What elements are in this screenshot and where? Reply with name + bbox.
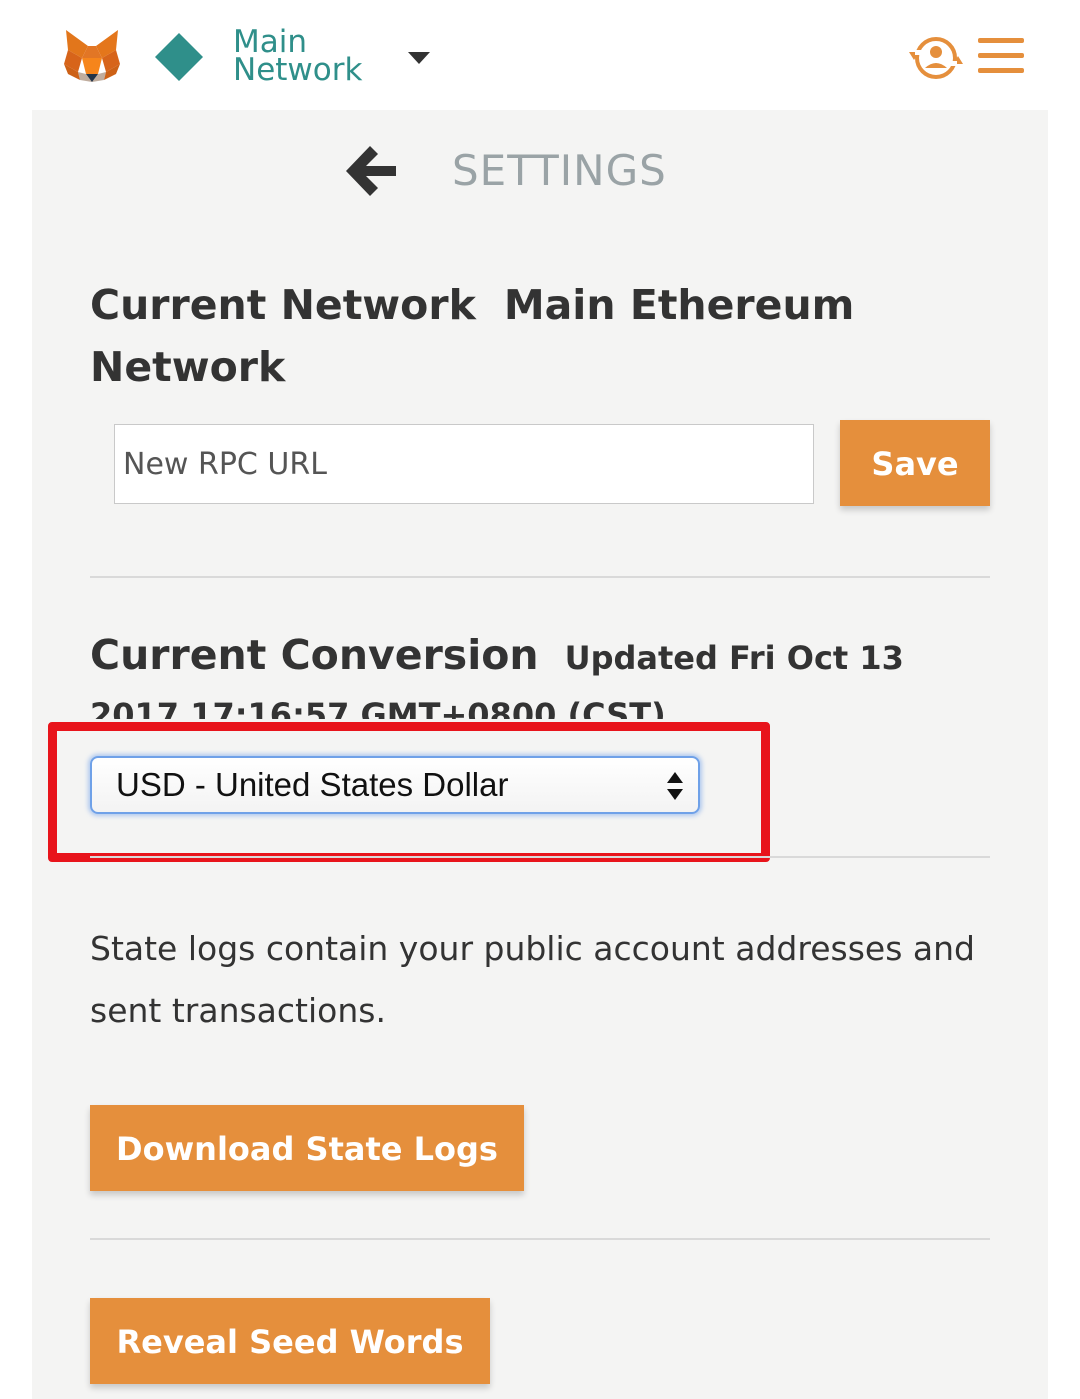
account-switch-icon[interactable]	[905, 30, 967, 86]
hamburger-menu-icon[interactable]	[976, 36, 1026, 76]
conversion-updated-date: 2017 17:16:57 GMT+0800 (CST)	[90, 693, 970, 719]
section-divider	[90, 576, 990, 578]
section-divider	[90, 1238, 990, 1240]
current-network-heading: Current Network Main Ethereum Network	[90, 274, 970, 398]
conversion-updated-text: Updated Fri Oct 13	[564, 639, 904, 677]
metamask-fox-icon[interactable]	[62, 28, 122, 84]
network-diamond-icon	[155, 33, 203, 81]
back-arrow-icon[interactable]	[344, 142, 400, 198]
page: Main Network SETTINGS Current Network Mai…	[0, 0, 1080, 1399]
rpc-url-input[interactable]	[114, 424, 814, 504]
current-conversion-label: Current Conversion	[90, 631, 539, 679]
conversion-updated-date-text: 2017 17:16:57 GMT+0800 (CST)	[90, 696, 666, 719]
settings-panel: SETTINGS Current Network Main Ethereum Ne…	[32, 110, 1048, 1399]
app-header: Main Network	[32, 0, 1048, 110]
network-name[interactable]: Main Network	[233, 27, 403, 86]
save-button[interactable]: Save	[840, 420, 990, 506]
current-network-label: Current Network	[90, 281, 476, 329]
state-logs-description: State logs contain your public account a…	[90, 929, 975, 1030]
chevron-down-icon[interactable]	[406, 50, 432, 66]
page-title: SETTINGS	[452, 146, 667, 195]
highlight-annotation-box	[48, 722, 770, 862]
download-state-logs-button[interactable]: Download State Logs	[90, 1105, 524, 1191]
current-conversion-heading: Current Conversion Updated Fri Oct 13	[90, 624, 970, 689]
reveal-seed-words-button[interactable]: Reveal Seed Words	[90, 1298, 490, 1384]
section-divider	[90, 856, 990, 858]
